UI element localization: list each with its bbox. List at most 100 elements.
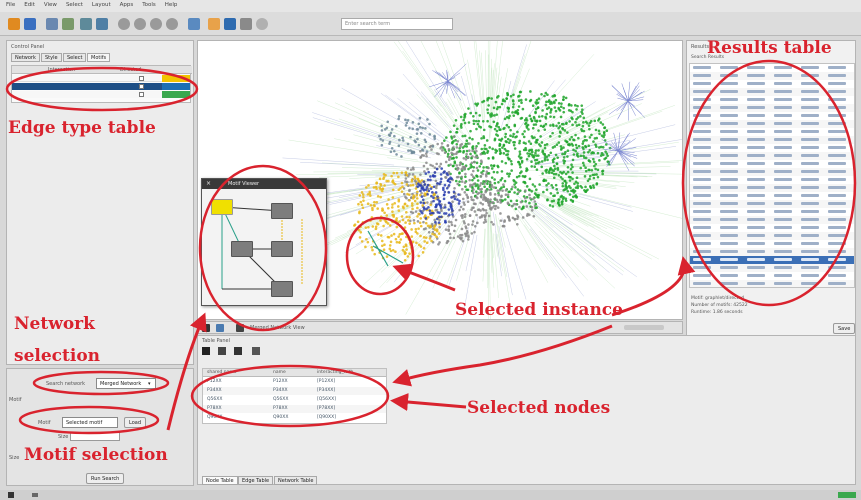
menu-layout[interactable]: Layout <box>92 2 111 10</box>
run-search-button[interactable]: Run Search <box>86 473 125 484</box>
results-row[interactable] <box>690 72 854 80</box>
motif-viewer-window[interactable]: Motif Viewer × <box>201 178 327 306</box>
table-columns-icon[interactable] <box>202 347 210 355</box>
zoom-slider[interactable] <box>624 325 664 330</box>
motif-node-4[interactable] <box>271 241 293 257</box>
tab-style[interactable]: Style <box>41 53 62 62</box>
grid-icon[interactable] <box>216 324 224 332</box>
motif-select-dropdown[interactable]: Selected motif <box>62 417 118 428</box>
first-neighbors-icon[interactable] <box>224 18 236 30</box>
directed-checkbox[interactable] <box>139 84 144 89</box>
share-icon[interactable] <box>96 18 108 30</box>
network-node-gray <box>467 235 470 239</box>
tab-network-table[interactable]: Network Table <box>274 476 318 485</box>
results-cell <box>828 250 846 253</box>
tab-network[interactable]: Network <box>11 53 40 62</box>
motif-viewer-titlebar[interactable]: Motif Viewer × <box>202 179 326 189</box>
results-row[interactable] <box>690 184 854 192</box>
network-node-green <box>545 188 549 191</box>
overview-icon[interactable] <box>236 324 244 332</box>
motif-node-3[interactable] <box>231 241 253 257</box>
results-row[interactable] <box>690 120 854 128</box>
zoom-selected-icon[interactable] <box>166 18 178 30</box>
results-row[interactable] <box>690 176 854 184</box>
results-row[interactable] <box>690 248 854 256</box>
results-row[interactable] <box>690 232 854 240</box>
results-row[interactable] <box>690 128 854 136</box>
menu-help[interactable]: Help <box>165 2 178 10</box>
menu-tools[interactable]: Tools <box>142 2 156 10</box>
menu-apps[interactable]: Apps <box>120 2 134 10</box>
tab-node-table[interactable]: Node Table <box>202 476 238 485</box>
results-row[interactable] <box>690 152 854 160</box>
results-row[interactable] <box>690 96 854 104</box>
results-row[interactable] <box>690 112 854 120</box>
table-row[interactable]: P78XX P78XX [P78XX] <box>203 405 386 413</box>
table-function-icon[interactable] <box>218 347 226 355</box>
tab-edge-table[interactable]: Edge Table <box>238 476 274 485</box>
results-row[interactable] <box>690 104 854 112</box>
results-row[interactable] <box>690 240 854 248</box>
network-select-dropdown[interactable]: Merged Network <box>96 378 156 389</box>
results-row[interactable] <box>690 192 854 200</box>
network-node-yellow <box>379 234 383 237</box>
results-row[interactable] <box>690 264 854 272</box>
view-icon[interactable] <box>202 324 210 332</box>
results-row[interactable] <box>690 280 854 287</box>
node-table[interactable]: shared name name interacting_with P12XX P… <box>202 368 387 424</box>
motif-node-5[interactable] <box>271 281 293 297</box>
results-row[interactable] <box>690 64 854 72</box>
results-row[interactable] <box>690 80 854 88</box>
menu-select[interactable]: Select <box>66 2 83 10</box>
results-row[interactable] <box>690 88 854 96</box>
open-icon[interactable] <box>8 18 20 30</box>
zoom-in-icon[interactable] <box>118 18 130 30</box>
network-node-green <box>505 140 508 144</box>
motif-node-2[interactable] <box>271 203 293 219</box>
search-input[interactable]: Enter search term <box>341 18 453 30</box>
save-icon[interactable] <box>24 18 36 30</box>
refresh-icon[interactable] <box>188 18 200 30</box>
import-table-icon[interactable] <box>62 18 74 30</box>
close-icon[interactable]: × <box>206 180 211 187</box>
tab-select[interactable]: Select <box>63 53 87 62</box>
save-results-button[interactable]: Save <box>833 323 855 334</box>
table-row[interactable]: P34XX P34XX [P34XX] <box>203 387 386 395</box>
menu-edit[interactable]: Edit <box>24 2 35 10</box>
motif-size-input[interactable] <box>70 432 120 441</box>
table-row[interactable]: Q56XX Q56XX [Q56XX] <box>203 396 386 404</box>
hide-icon[interactable] <box>240 18 252 30</box>
results-row[interactable] <box>690 144 854 152</box>
help-icon[interactable] <box>256 18 268 30</box>
tab-motifs[interactable]: Motifs <box>87 53 111 62</box>
zoom-fit-icon[interactable] <box>150 18 162 30</box>
results-row[interactable] <box>690 224 854 232</box>
import-network-icon[interactable] <box>46 18 58 30</box>
network-node-green <box>568 143 571 146</box>
network-node-green <box>466 188 470 192</box>
menu-view[interactable]: View <box>44 2 57 10</box>
results-row[interactable] <box>690 256 854 264</box>
results-row[interactable] <box>690 272 854 280</box>
results-row[interactable] <box>690 168 854 176</box>
results-row[interactable] <box>690 200 854 208</box>
export-icon[interactable] <box>208 18 220 30</box>
table-cell: Q90XX <box>207 415 223 420</box>
table-row[interactable]: P12XX P12XX [P12XX] <box>203 378 386 386</box>
results-row[interactable] <box>690 136 854 144</box>
zoom-out-icon[interactable] <box>134 18 146 30</box>
menu-file[interactable]: File <box>6 2 15 10</box>
table-delete-icon[interactable] <box>252 347 260 355</box>
results-row[interactable] <box>690 208 854 216</box>
table-add-icon[interactable] <box>234 347 242 355</box>
table-row[interactable]: Q90XX Q90XX [Q90XX] <box>203 414 386 422</box>
directed-checkbox[interactable] <box>139 76 144 81</box>
network-node-yellow <box>410 204 414 207</box>
results-row[interactable] <box>690 216 854 224</box>
results-row[interactable] <box>690 160 854 168</box>
layout-icon[interactable] <box>80 18 92 30</box>
directed-checkbox[interactable] <box>139 92 144 97</box>
load-motif-button[interactable]: Load <box>124 417 146 428</box>
results-table[interactable] <box>689 63 855 288</box>
motif-node-1[interactable] <box>211 199 233 215</box>
